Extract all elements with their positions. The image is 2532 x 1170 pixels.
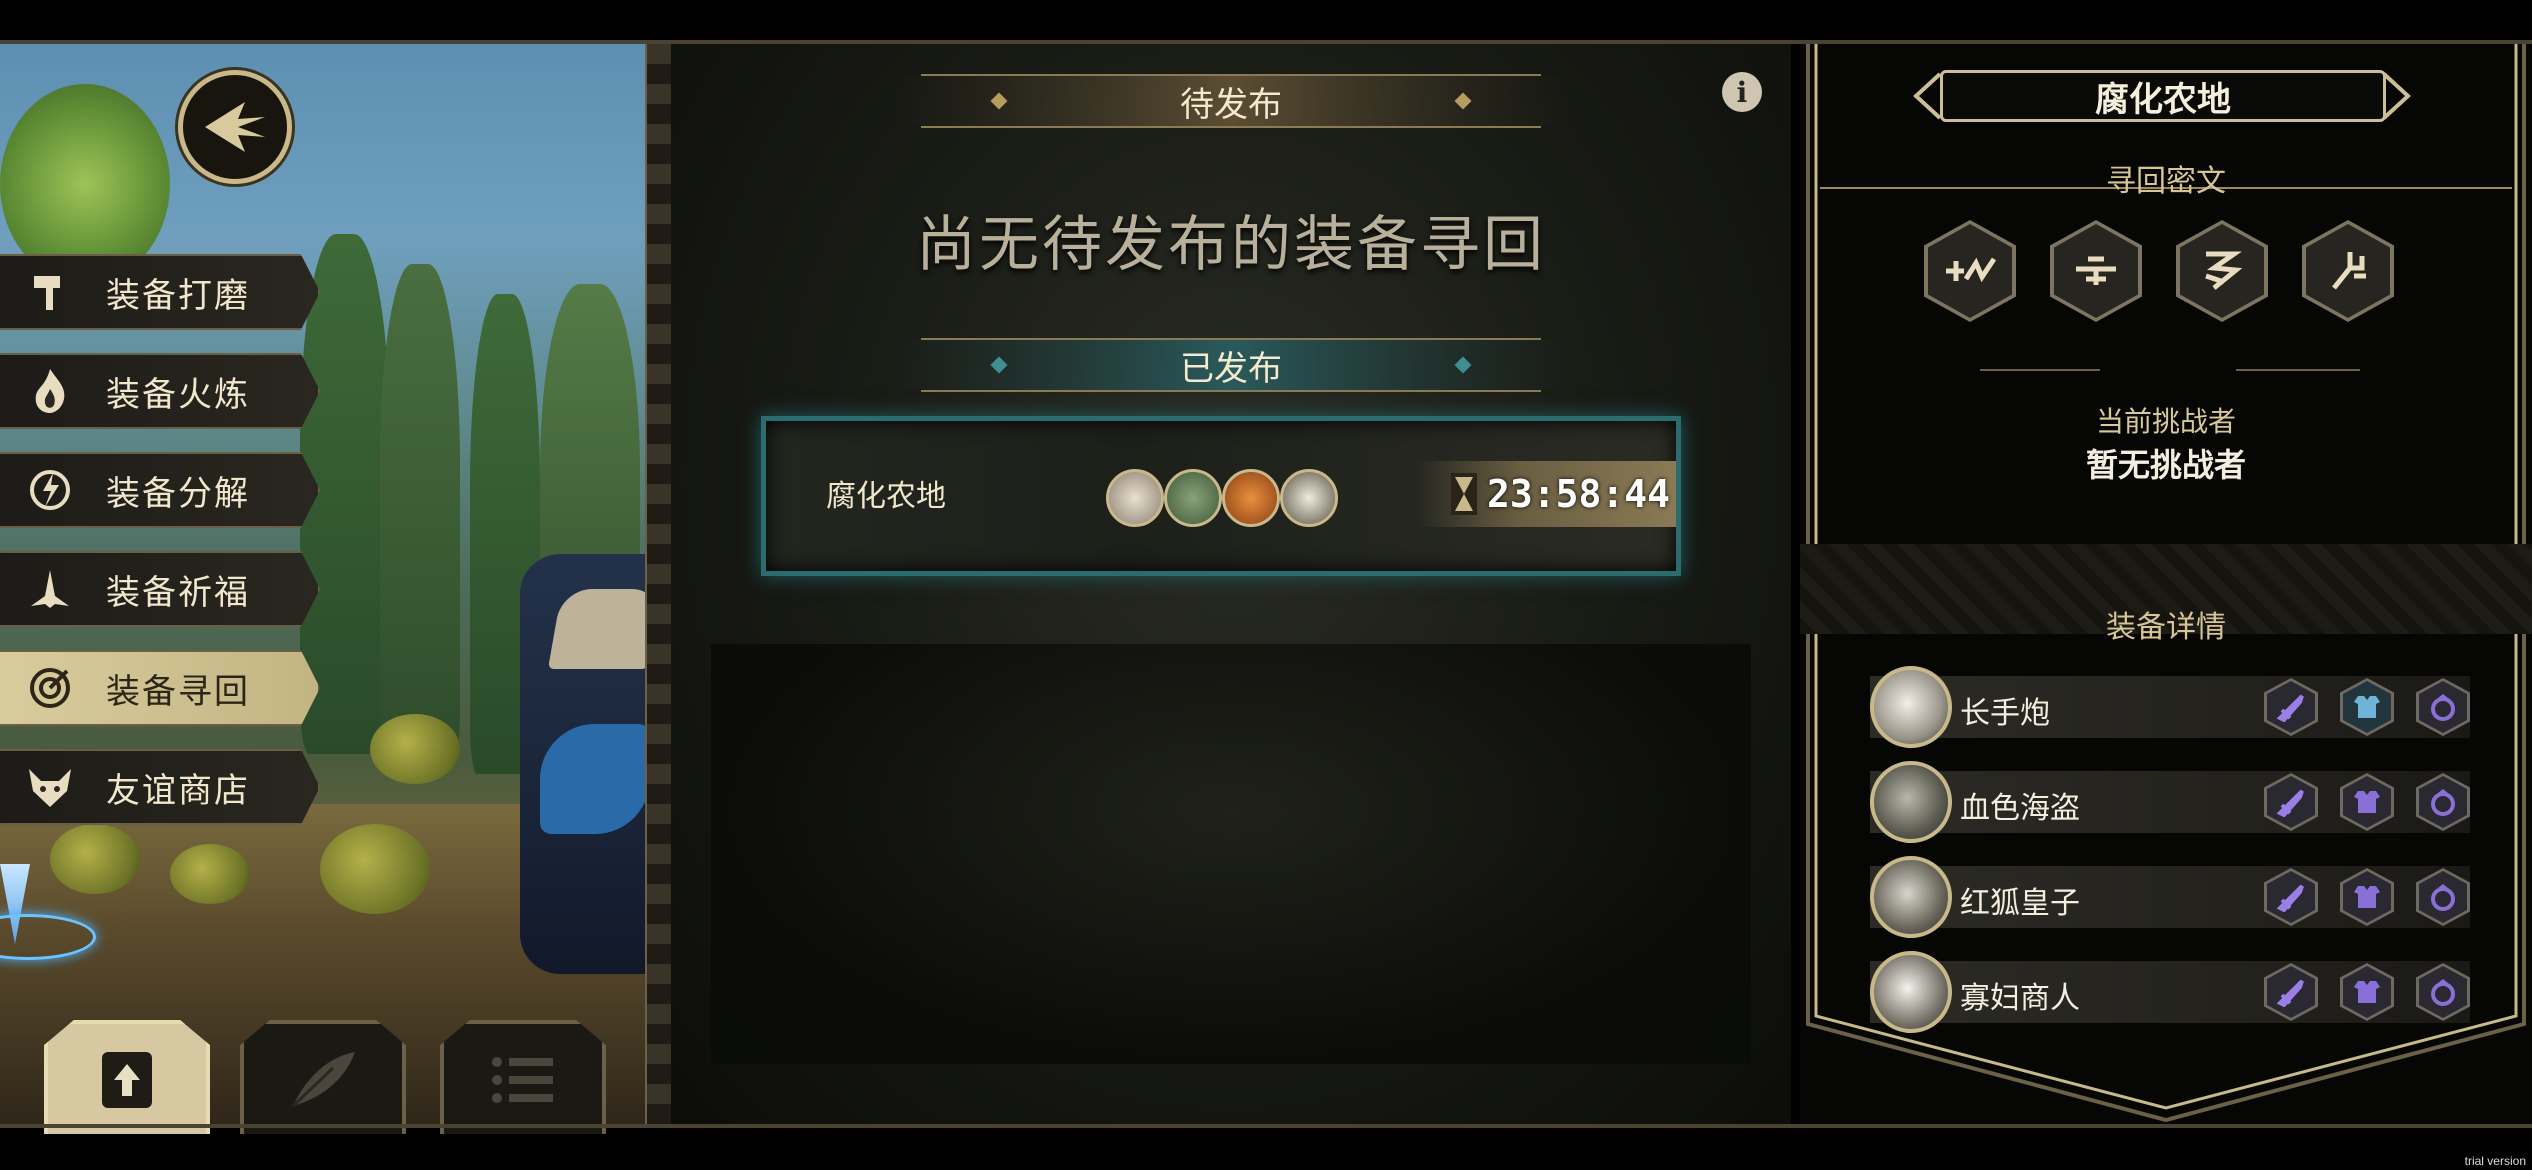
- ring-slot[interactable]: [2416, 773, 2470, 831]
- armor-icon: [2354, 981, 2380, 1003]
- menu-item-friend-shop[interactable]: 友谊商店: [0, 749, 320, 825]
- avatar: [1870, 666, 1952, 748]
- pray-icon: [20, 559, 80, 619]
- challenger-label: 当前挑战者: [2095, 405, 2236, 438]
- menu-label: 装备火炼: [106, 374, 250, 415]
- equipment-row[interactable]: 红狐皇子: [1870, 856, 2470, 938]
- rune-2-icon: [2076, 256, 2116, 285]
- trial-watermark: trial version: [2464, 1154, 2526, 1168]
- timer-box: 23:58:44: [1416, 461, 1676, 527]
- published-header-label: 已发布: [1180, 348, 1282, 389]
- published-header: 已发布: [891, 336, 1571, 394]
- challenger-value: 暂无挑战者: [2085, 446, 2246, 484]
- back-button[interactable]: [178, 70, 292, 184]
- armor-icon: [2354, 791, 2380, 813]
- menu-label: 装备打磨: [106, 275, 250, 316]
- armor-icon: [2354, 696, 2380, 718]
- equipment-name: 长手炮: [1960, 696, 2050, 731]
- sword-icon: [2276, 789, 2304, 817]
- dismantle-icon: [20, 460, 80, 520]
- menu-label: 友谊商店: [106, 770, 250, 811]
- avatar: [1870, 951, 1952, 1033]
- detail-header: 装备详情: [2106, 610, 2226, 645]
- ring-slot[interactable]: [2416, 678, 2470, 736]
- mission-name: 腐化农地: [826, 479, 946, 514]
- info-button[interactable]: i: [1722, 72, 1762, 112]
- weapon-slot[interactable]: [2264, 678, 2318, 736]
- flame-icon: [20, 361, 80, 421]
- tab-publish[interactable]: [44, 1020, 210, 1134]
- tab-feather[interactable]: [240, 1020, 406, 1134]
- menu-label: 装备分解: [106, 473, 250, 514]
- armor-slot[interactable]: [2340, 868, 2394, 926]
- menu-item-polish[interactable]: 装备打磨: [0, 254, 320, 330]
- fox-icon: [20, 757, 80, 817]
- portrait-gunner: [1106, 469, 1164, 527]
- info-icon: i: [1736, 75, 1748, 109]
- bottom-frame: [0, 1124, 2532, 1128]
- hammer-icon: [20, 262, 80, 322]
- equipment-name: 红狐皇子: [1960, 886, 2080, 921]
- ring-icon: [2431, 789, 2455, 816]
- list-icon: [492, 1057, 553, 1103]
- sword-icon: [2276, 884, 2304, 912]
- armor-icon: [2354, 886, 2380, 908]
- rune-1-icon: [1946, 257, 1997, 283]
- armor-slot[interactable]: [2340, 678, 2394, 736]
- ring-slot[interactable]: [2416, 963, 2470, 1021]
- tab-list[interactable]: [440, 1020, 606, 1134]
- ring-icon: [2431, 979, 2455, 1006]
- portrait-fox-prince: [1222, 469, 1280, 527]
- panel-title: 腐化农地: [1940, 70, 2386, 122]
- secret-header: 寻回密文: [2106, 164, 2226, 199]
- menu-item-retrieve[interactable]: 装备寻回: [0, 650, 320, 726]
- mission-card[interactable]: 腐化农地 23:58:44: [761, 416, 1681, 576]
- publish-icon: [102, 1052, 152, 1108]
- portrait-pirate: [1164, 469, 1222, 527]
- menu-item-forge[interactable]: 装备火炼: [0, 353, 320, 429]
- back-arrow-icon: [205, 102, 265, 152]
- ring-icon: [2431, 884, 2455, 911]
- equipment-row[interactable]: 寡妇商人: [1870, 951, 2470, 1033]
- sword-icon: [2276, 694, 2304, 722]
- weapon-slot[interactable]: [2264, 963, 2318, 1021]
- weapon-slot[interactable]: [2264, 773, 2318, 831]
- menu-label: 装备寻回: [106, 671, 250, 712]
- equipment-row[interactable]: 长手炮: [1870, 666, 2470, 748]
- timer-text: 23:58:44: [1486, 472, 1670, 516]
- weapon-slot[interactable]: [2264, 868, 2318, 926]
- pending-header: 待发布: [891, 72, 1571, 130]
- pending-header-label: 待发布: [1180, 84, 1282, 125]
- feather-icon: [291, 1052, 355, 1108]
- menu-label: 装备祈福: [106, 572, 250, 613]
- rune-4-icon: [2332, 252, 2366, 290]
- menu-item-bless[interactable]: 装备祈福: [0, 551, 320, 627]
- portrait-widow-merchant: [1280, 469, 1338, 527]
- equipment-name: 血色海盗: [1960, 791, 2080, 826]
- equipment-row[interactable]: 血色海盗: [1870, 761, 2470, 843]
- armor-slot[interactable]: [2340, 773, 2394, 831]
- rune-3-icon: [2205, 251, 2243, 290]
- target-icon: [20, 658, 80, 718]
- avatar: [1870, 761, 1952, 843]
- armor-slot[interactable]: [2340, 963, 2394, 1021]
- sword-icon: [2276, 979, 2304, 1007]
- empty-message: 尚无待发布的装备寻回: [916, 210, 1546, 280]
- ring-slot[interactable]: [2416, 868, 2470, 926]
- avatar: [1870, 856, 1952, 938]
- ring-icon: [2431, 694, 2455, 721]
- center-panel: 待发布 尚无待发布的装备寻回 已发布 腐化农地 23:58:44: [671, 44, 1791, 1124]
- hourglass-icon: [1450, 473, 1477, 515]
- equipment-name: 寡妇商人: [1960, 981, 2080, 1016]
- detail-panel: 腐化农地 寻回密文 当前挑战者 暂无挑战者 装备详情 长手炮 血色海盗 红狐皇子: [1800, 44, 2532, 1124]
- top-frame: [0, 40, 2532, 44]
- menu-item-dismantle[interactable]: 装备分解: [0, 452, 320, 528]
